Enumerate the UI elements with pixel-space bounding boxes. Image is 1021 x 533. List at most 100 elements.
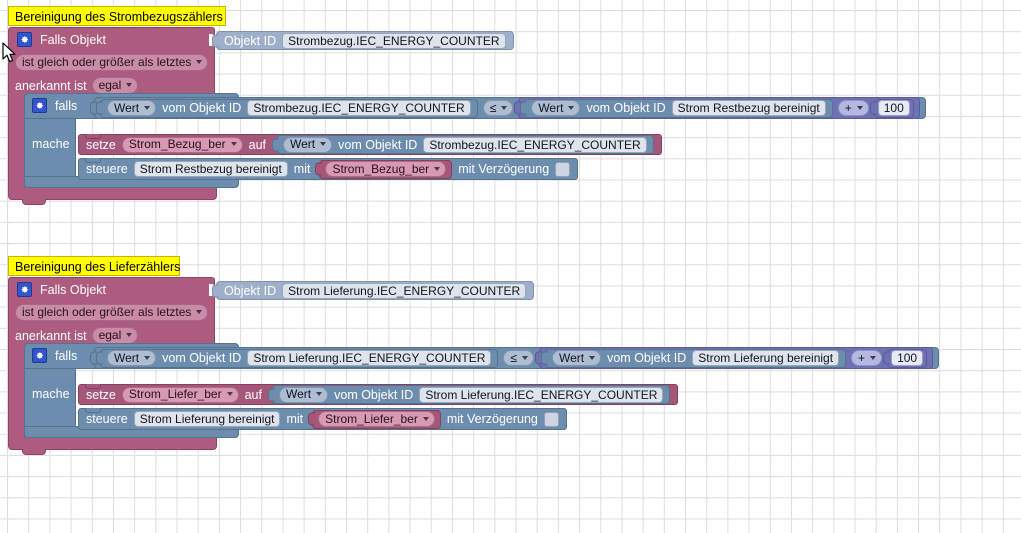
value-plug	[96, 101, 103, 115]
with-label: mit	[293, 162, 311, 176]
chevron-down-icon	[144, 355, 151, 360]
gear-icon[interactable]	[32, 348, 47, 363]
variable-dropdown[interactable]: Strom_Bezug_ber	[325, 161, 447, 177]
compare-operator-dropdown[interactable]: ≤	[482, 100, 514, 116]
value-type-label: Wert	[286, 387, 312, 401]
value-plug	[520, 101, 528, 115]
number-block[interactable]: 100	[883, 348, 928, 368]
variable-name: Strom_Bezug_ber	[332, 161, 430, 176]
from-object-id-label: vom Objekt ID	[162, 351, 242, 365]
trigger-title: Falls Objekt	[40, 282, 106, 297]
chevron-down-icon	[501, 105, 508, 110]
trigger-ack-dropdown[interactable]: egal	[91, 77, 139, 94]
trigger-ack-dropdown[interactable]: egal	[91, 327, 139, 344]
object-id-field[interactable]: Strom Lieferung.IEC_ENERGY_COUNTER	[247, 350, 492, 366]
gear-icon[interactable]	[17, 282, 32, 297]
value-block-left[interactable]: Wert vom Objekt ID Strom Lieferung.IEC_E…	[96, 348, 499, 368]
delay-checkbox[interactable]	[543, 411, 559, 427]
value-type-dropdown[interactable]: Wert	[551, 350, 602, 366]
object-id-field[interactable]: Strom Lieferung bereinigt	[692, 350, 840, 366]
object-id-block-strombezug[interactable]: Objekt ID Strombezug.IEC_ENERGY_COUNTER	[212, 31, 514, 50]
variable-name: Strom_Bezug_ber	[128, 137, 226, 151]
comment-label-lieferung[interactable]: Bereinigung des Lieferzählers	[8, 256, 180, 276]
value-plug	[883, 351, 891, 365]
value-plug	[268, 388, 275, 401]
object-id-field[interactable]: Strombezug.IEC_ENERGY_COUNTER	[247, 100, 471, 116]
object-id-field[interactable]: Strom Lieferung.IEC_ENERGY_COUNTER	[419, 386, 664, 403]
control-block-lieferung[interactable]: steuere Strom Lieferung bereinigt mit St…	[78, 408, 567, 430]
variable-value-block[interactable]: Strom_Liefer_ber	[308, 409, 441, 429]
if-label: falls	[55, 98, 78, 113]
variable-dropdown[interactable]: Strom_Liefer_ber	[318, 411, 435, 427]
value-type-dropdown[interactable]: Wert	[531, 100, 581, 116]
compare-operator-dropdown[interactable]: ≤	[503, 350, 534, 366]
object-id-field[interactable]: Strom Restbezug bereinigt	[671, 100, 826, 116]
value-type-dropdown[interactable]: Wert	[107, 100, 157, 116]
chevron-down-icon	[126, 83, 133, 87]
trigger-ack-value: egal	[98, 78, 122, 92]
gear-icon[interactable]	[32, 98, 47, 113]
chevron-down-icon	[230, 142, 237, 146]
math-operator-dropdown[interactable]: +	[837, 100, 869, 116]
trigger-header: Falls Objekt	[9, 278, 214, 301]
trigger-ack-value: egal	[98, 328, 122, 342]
chevron-down-icon	[856, 105, 863, 110]
number-block[interactable]: 100	[869, 98, 914, 118]
chevron-down-icon	[589, 355, 596, 360]
delay-checkbox[interactable]	[555, 161, 571, 177]
set-label: setze	[86, 387, 116, 402]
comment-label-strombezug[interactable]: Bereinigung des Strombezugszählers	[8, 6, 226, 26]
value-plug	[869, 101, 877, 115]
chevron-down-icon	[196, 310, 203, 314]
value-type-label: Wert	[114, 350, 140, 365]
variable-dropdown[interactable]: Strom_Liefer_ber	[121, 386, 239, 403]
number-field[interactable]: 100	[877, 100, 910, 116]
statement-nub-top	[85, 384, 101, 389]
value-block-left[interactable]: Wert vom Objekt ID Strombezug.IEC_ENERGY…	[96, 98, 478, 118]
control-label: steuere	[86, 412, 128, 426]
chevron-down-icon	[226, 392, 233, 396]
number-field[interactable]: 100	[891, 350, 924, 366]
value-block-right[interactable]: Wert vom Objekt ID Strom Lieferung berei…	[540, 348, 847, 368]
chevron-down-icon	[126, 333, 133, 337]
object-id-field[interactable]: Strom Lieferung.IEC_ENERGY_COUNTER	[282, 282, 527, 299]
control-target-field[interactable]: Strom Restbezug bereinigt	[133, 161, 288, 177]
from-object-id-label: vom Objekt ID	[586, 101, 666, 115]
variable-dropdown[interactable]: Strom_Bezug_ber	[121, 136, 243, 153]
value-block-assigned[interactable]: Wert vom Objekt ID Strom Lieferung.IEC_E…	[268, 385, 671, 404]
control-block-strombezug[interactable]: steuere Strom Restbezug bereinigt mit St…	[78, 158, 579, 180]
do-label: mache	[32, 387, 70, 401]
value-type-label: Wert	[558, 350, 585, 365]
value-block-assigned[interactable]: Wert vom Objekt ID Strombezug.IEC_ENERGY…	[272, 135, 654, 154]
gear-icon[interactable]	[17, 32, 32, 47]
chevron-down-icon	[434, 166, 441, 171]
trigger-condition-value: ist gleich oder größer als letztes	[22, 305, 192, 319]
set-variable-block-lieferung[interactable]: setze Strom_Liefer_ber auf Wert vom Obje…	[78, 384, 679, 405]
value-type-dropdown[interactable]: Wert	[107, 350, 157, 366]
object-id-field[interactable]: Strombezug.IEC_ENERGY_COUNTER	[282, 32, 506, 49]
trigger-condition-row[interactable]: ist gleich oder größer als letztes	[9, 301, 214, 324]
variable-name: Strom_Liefer_ber	[128, 387, 222, 401]
blockly-workspace[interactable]: Bereinigung des Strombezugszählers Falls…	[0, 0, 1021, 533]
math-operator-dropdown[interactable]: +	[851, 350, 883, 366]
statement-nub-top	[85, 158, 101, 163]
trigger-block-lieferung[interactable]: Falls Objekt ist gleich oder größer als …	[8, 277, 215, 353]
object-id-field[interactable]: Strombezug.IEC_ENERGY_COUNTER	[423, 136, 647, 153]
compare-block-lieferung[interactable]: Wert vom Objekt ID Strom Lieferung.IEC_E…	[90, 347, 940, 369]
value-type-dropdown[interactable]: Wert	[279, 386, 329, 403]
value-type-dropdown[interactable]: Wert	[283, 136, 333, 153]
trigger-block-strombezug[interactable]: Falls Objekt ist gleich oder größer als …	[8, 27, 215, 103]
trigger-condition-dropdown[interactable]: ist gleich oder größer als letztes	[15, 304, 209, 321]
value-plug	[308, 412, 316, 426]
math-block-right[interactable]: Wert vom Objekt ID Strom Lieferung berei…	[534, 347, 934, 369]
control-target-field[interactable]: Strom Lieferung bereinigt	[133, 411, 281, 427]
set-variable-block-strombezug[interactable]: setze Strom_Bezug_ber auf Wert vom Objek…	[78, 134, 662, 155]
trigger-condition-row[interactable]: ist gleich oder größer als letztes	[9, 51, 214, 74]
compare-block-strombezug[interactable]: Wert vom Objekt ID Strombezug.IEC_ENERGY…	[90, 97, 926, 119]
trigger-condition-dropdown[interactable]: ist gleich oder größer als letztes	[15, 54, 209, 71]
variable-value-block[interactable]: Strom_Bezug_ber	[315, 159, 453, 179]
chevron-down-icon	[568, 105, 575, 110]
math-block-right[interactable]: Wert vom Objekt ID Strom Restbezug berei…	[514, 97, 920, 119]
object-id-block-lieferung[interactable]: Objekt ID Strom Lieferung.IEC_ENERGY_COU…	[212, 281, 535, 300]
value-block-right[interactable]: Wert vom Objekt ID Strom Restbezug berei…	[520, 98, 833, 118]
